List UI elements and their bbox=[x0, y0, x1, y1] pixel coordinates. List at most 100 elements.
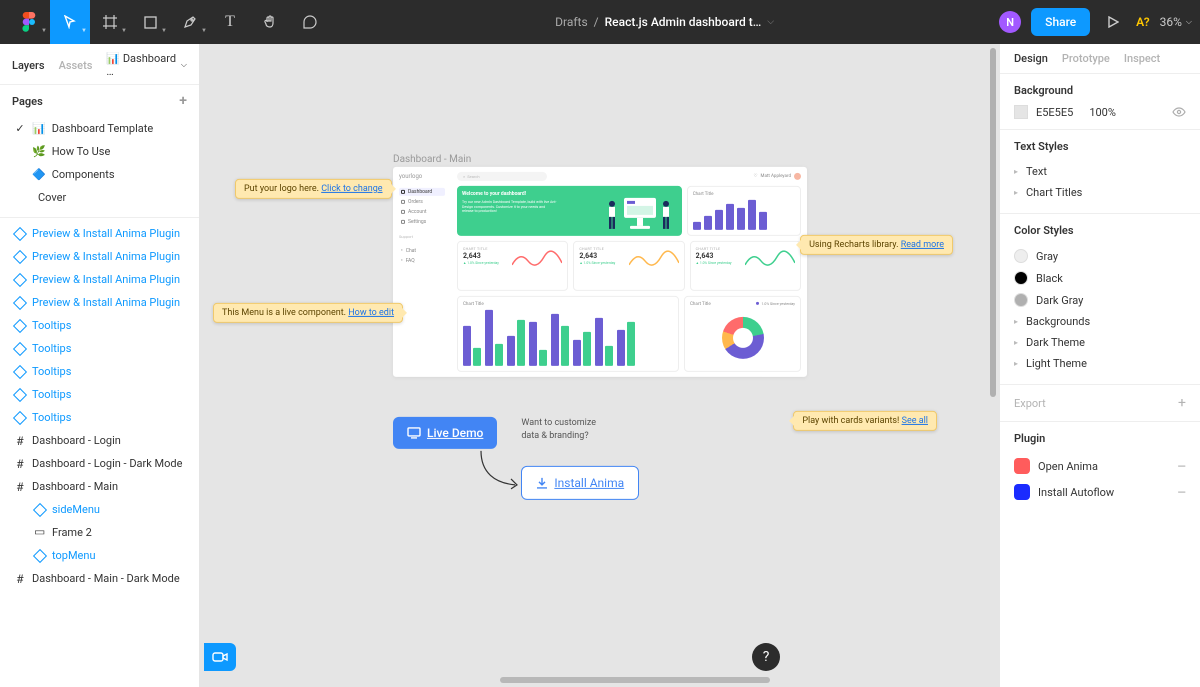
hand-tool-button[interactable] bbox=[250, 0, 290, 44]
text-icon: T bbox=[225, 13, 235, 31]
voice-collab-button[interactable] bbox=[204, 643, 236, 671]
present-button[interactable] bbox=[1100, 0, 1126, 44]
canvas[interactable]: Dashboard - Main yourlogo DashboardOrder… bbox=[200, 44, 1000, 687]
export-section: Export+ bbox=[1000, 385, 1200, 422]
donut-card: Chart Title 1.0% Since yesterday bbox=[684, 296, 801, 372]
page-item[interactable]: Cover bbox=[8, 186, 191, 209]
layer-item[interactable]: topMenu bbox=[0, 544, 199, 567]
zoom-control[interactable]: 36%⌵ bbox=[1160, 15, 1192, 29]
dash-search: ⌕Search bbox=[457, 172, 547, 181]
dash-main: ⌕Search ♡Matt Appleyard Welcome to your … bbox=[451, 167, 807, 377]
share-button[interactable]: Share bbox=[1031, 8, 1090, 36]
color-style-item[interactable]: Dark Gray bbox=[1014, 289, 1186, 311]
plugin-item[interactable]: Install Autoflow— bbox=[1014, 479, 1186, 505]
tab-inspect[interactable]: Inspect bbox=[1124, 52, 1160, 65]
layer-item[interactable]: Tooltips bbox=[0, 360, 199, 383]
breadcrumb-file[interactable]: React.js Admin dashboard t… bbox=[605, 15, 762, 29]
tab-design[interactable]: Design bbox=[1014, 52, 1048, 65]
figma-logo-icon bbox=[22, 12, 36, 32]
grouped-bar-chart bbox=[463, 310, 673, 366]
text-style-item[interactable]: ▸Chart Titles bbox=[1014, 182, 1186, 203]
color-styles-label: Color Styles bbox=[1014, 224, 1186, 237]
color-styles-section: Color Styles GrayBlackDark Gray▸Backgrou… bbox=[1000, 214, 1200, 385]
layer-item[interactable]: Frame 2 bbox=[0, 521, 199, 544]
download-icon bbox=[536, 477, 548, 489]
breadcrumb[interactable]: Drafts / React.js Admin dashboard t… ⌵ bbox=[330, 15, 999, 29]
tab-layers[interactable]: Layers bbox=[12, 59, 45, 72]
layer-item[interactable]: Preview & Install Anima Plugin bbox=[0, 222, 199, 245]
dash-support-item: •FAQ bbox=[399, 257, 445, 265]
layer-item[interactable]: Preview & Install Anima Plugin bbox=[0, 291, 199, 314]
color-style-item[interactable]: Gray bbox=[1014, 245, 1186, 267]
customize-text: Want to customizedata & branding? bbox=[521, 417, 639, 442]
plugin-item[interactable]: Open Anima— bbox=[1014, 453, 1186, 479]
dash-nav: DashboardOrdersAccountSettings bbox=[399, 188, 445, 226]
bg-hex[interactable]: E5E5E5 bbox=[1036, 106, 1073, 119]
page-selector[interactable]: 📊 Dashboard …⌵ bbox=[106, 52, 187, 78]
color-style-item[interactable]: ▸Dark Theme bbox=[1014, 332, 1186, 353]
layer-item[interactable]: Tooltips bbox=[0, 406, 199, 429]
frame-icon bbox=[103, 15, 117, 29]
help-button[interactable]: ? bbox=[752, 643, 780, 671]
video-icon bbox=[212, 651, 228, 663]
live-demo-button[interactable]: Live Demo bbox=[393, 417, 497, 449]
pen-icon bbox=[183, 15, 197, 29]
add-page-button[interactable]: + bbox=[179, 93, 187, 109]
tab-assets[interactable]: Assets bbox=[59, 59, 93, 72]
install-anima-button[interactable]: Install Anima bbox=[521, 466, 639, 500]
tab-prototype[interactable]: Prototype bbox=[1062, 52, 1110, 65]
canvas-scrollbar-vertical[interactable] bbox=[990, 48, 996, 683]
mini-card: CHART TITLE2,643▲ 1.0% Since yesterday bbox=[457, 241, 568, 291]
color-style-item[interactable]: Black bbox=[1014, 267, 1186, 289]
text-style-item[interactable]: ▸Text bbox=[1014, 161, 1186, 182]
page-item[interactable]: 🌿How To Use bbox=[8, 140, 191, 163]
right-panel-tabs: Design Prototype Inspect bbox=[1000, 44, 1200, 74]
figma-menu-button[interactable]: ▼ bbox=[8, 0, 50, 44]
canvas-scrollbar-horizontal[interactable] bbox=[500, 677, 950, 683]
main-area: Layers Assets 📊 Dashboard …⌵ Pages + ✓📊D… bbox=[0, 44, 1200, 687]
bg-swatch[interactable] bbox=[1014, 105, 1028, 119]
frame-tool-button[interactable]: ▼ bbox=[90, 0, 130, 44]
layers-list: Preview & Install Anima PluginPreview & … bbox=[0, 217, 199, 687]
background-label: Background bbox=[1014, 84, 1186, 97]
visibility-toggle[interactable] bbox=[1172, 107, 1186, 117]
pen-tool-button[interactable]: ▼ bbox=[170, 0, 210, 44]
breadcrumb-parent[interactable]: Drafts bbox=[555, 15, 588, 29]
dev-mode-badge[interactable]: A? bbox=[1136, 15, 1150, 29]
layer-item[interactable]: Preview & Install Anima Plugin bbox=[0, 268, 199, 291]
layer-item[interactable]: Dashboard - Login - Dark Mode bbox=[0, 452, 199, 475]
frame-label[interactable]: Dashboard - Main bbox=[393, 154, 807, 165]
user-avatar[interactable]: N bbox=[999, 11, 1021, 33]
dashboard-frame[interactable]: yourlogo DashboardOrdersAccountSettings … bbox=[393, 167, 807, 377]
add-export-button[interactable]: + bbox=[1178, 395, 1186, 411]
page-item[interactable]: 🔷Components bbox=[8, 163, 191, 186]
layer-item[interactable]: Tooltips bbox=[0, 314, 199, 337]
color-style-item[interactable]: ▸Backgrounds bbox=[1014, 311, 1186, 332]
card-title: Chart Title bbox=[463, 302, 673, 307]
dash-support-label: Support bbox=[399, 234, 445, 239]
dash-row-bottom: Chart Title Chart Title 1.0% Since yeste… bbox=[457, 296, 801, 372]
top-toolbar: ▼ ▼ ▼ ▼ ▼ T Drafts / React.js Admin dash… bbox=[0, 0, 1200, 44]
text-tool-button[interactable]: T bbox=[210, 0, 250, 44]
chevron-down-icon[interactable]: ⌵ bbox=[767, 17, 774, 27]
hand-icon bbox=[263, 15, 277, 29]
layer-item[interactable]: Preview & Install Anima Plugin bbox=[0, 245, 199, 268]
page-item[interactable]: ✓📊Dashboard Template bbox=[8, 117, 191, 140]
layer-item[interactable]: Dashboard - Login bbox=[0, 429, 199, 452]
pointer-icon bbox=[64, 15, 76, 29]
layer-item[interactable]: Dashboard - Main bbox=[0, 475, 199, 498]
layer-item[interactable]: Dashboard - Main - Dark Mode bbox=[0, 567, 199, 590]
layer-item[interactable]: sideMenu bbox=[0, 498, 199, 521]
dash-nav-item: Settings bbox=[399, 218, 445, 226]
pages-list: ✓📊Dashboard Template🌿How To Use🔷Componen… bbox=[0, 117, 199, 217]
layer-item[interactable]: Tooltips bbox=[0, 383, 199, 406]
color-style-item[interactable]: ▸Light Theme bbox=[1014, 353, 1186, 374]
layer-item[interactable]: Tooltips bbox=[0, 337, 199, 360]
text-styles-section: Text Styles ▸Text▸Chart Titles bbox=[1000, 130, 1200, 214]
background-row[interactable]: E5E5E5 100% bbox=[1014, 105, 1186, 119]
comment-tool-button[interactable] bbox=[290, 0, 330, 44]
tooltip-logo: Put your logo here. Click to change bbox=[235, 179, 392, 199]
shape-tool-button[interactable]: ▼ bbox=[130, 0, 170, 44]
move-tool-button[interactable]: ▼ bbox=[50, 0, 90, 44]
bg-opacity[interactable]: 100% bbox=[1089, 106, 1116, 119]
